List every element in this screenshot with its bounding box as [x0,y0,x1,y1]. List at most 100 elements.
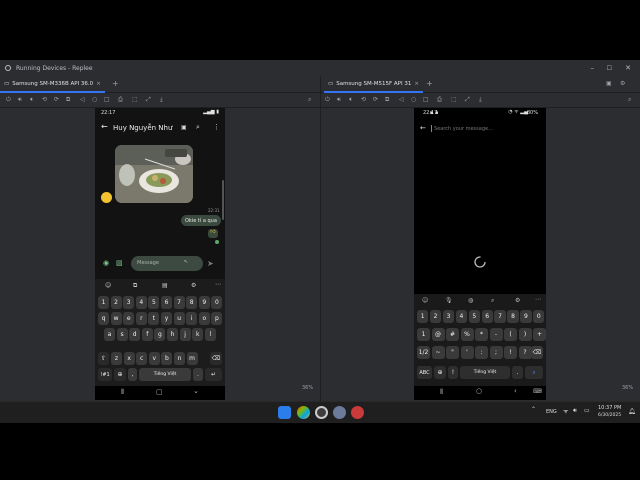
clipboard-icon[interactable]: ▤ [162,282,168,289]
symbol-key[interactable]: + [533,328,546,341]
globe-key[interactable]: ⊕ [114,368,126,381]
avatar[interactable] [101,192,112,203]
letter-key[interactable]: p [211,312,223,325]
letter-key[interactable]: g [154,328,166,341]
number-key[interactable]: 8 [507,310,519,323]
letter-key[interactable]: f [141,328,153,341]
overview-icon[interactable]: □ [104,96,110,103]
number-key[interactable]: 2 [110,296,122,309]
backspace-key[interactable]: ⌫ [531,346,543,359]
letter-key[interactable]: l [204,328,216,341]
chevron-up-icon[interactable]: ⌃ [531,406,536,413]
snapshot-icon[interactable]: ⤢ [465,96,470,104]
add-device-icon[interactable]: + [426,79,433,88]
space-key[interactable]: Tiếng Việt [139,368,191,381]
video-call-icon[interactable]: ▣ [181,124,187,131]
number-key[interactable]: 3 [442,310,455,323]
symbol-key[interactable]: " [446,346,459,359]
letter-key[interactable]: z [111,352,122,365]
rotate-right-icon[interactable]: ⟳ [54,96,59,103]
number-key[interactable]: 9 [198,296,210,309]
scrollbar[interactable] [222,180,224,220]
globe-key[interactable]: ⊕ [434,366,446,379]
message-input[interactable]: Message ↖ [131,256,203,271]
zoom-icon[interactable]: ⌕ [308,96,311,104]
letter-key[interactable]: c [136,352,148,365]
home-icon[interactable]: ○ [92,96,97,103]
tab-close-icon[interactable]: × [96,81,101,87]
letter-key[interactable]: a [104,328,115,341]
search-key[interactable]: ⌕ [525,366,543,379]
symbol-key[interactable]: ( [504,328,517,341]
letter-key[interactable]: k [192,328,204,341]
rotate-left-icon[interactable]: ⟲ [361,96,366,103]
windows-start-icon[interactable] [278,406,291,419]
symbol-key[interactable]: ' [460,346,474,359]
letter-key[interactable]: i [186,312,198,325]
letter-key[interactable]: d [129,328,141,341]
settings-icon[interactable]: ⚙ [191,282,196,289]
home-icon[interactable]: ○ [411,96,416,103]
power-icon[interactable]: ⏻ [6,96,11,104]
wifi-icon[interactable]: ᯤ [563,407,568,415]
number-key[interactable]: 8 [186,296,198,309]
maximize-icon[interactable]: ☐ [607,65,612,72]
backspace-key[interactable]: ⌫ [210,352,222,365]
clock-date[interactable]: 6/30/2025 [598,413,621,418]
symbol-key[interactable]: ? [518,346,532,359]
back-icon[interactable]: ⌄ [193,387,199,395]
tab-device-2[interactable]: ▭ Samsung SM-M515F API 31 × [324,76,423,93]
back-arrow-icon[interactable]: ← [101,122,108,131]
recents-icon[interactable]: ⦀ [121,388,124,397]
letter-key[interactable]: r [135,312,147,325]
symbol-key[interactable]: @ [431,328,445,341]
voice-icon[interactable]: 🎙︎ [445,297,453,304]
sent-message-bubble[interactable]: Okie tí a qua [181,215,221,226]
back-arrow-icon[interactable]: ← [420,124,426,132]
send-icon[interactable]: ➤ [207,259,214,268]
app-icon[interactable] [297,406,310,419]
enter-key[interactable]: ↵ [205,368,222,381]
letter-key[interactable]: j [179,328,191,341]
download-icon[interactable]: ⤓ [479,96,482,104]
number-key[interactable]: 2 [429,310,442,323]
rotate-left-icon[interactable]: ⟲ [42,96,47,103]
snapshot-icon[interactable]: ⤢ [146,96,151,104]
number-key[interactable]: 4 [455,310,468,323]
zoom-icon[interactable]: ⌕ [628,96,631,104]
letter-key[interactable]: n [174,352,185,365]
screenshot-icon[interactable]: ⎙ [118,96,123,104]
search-input[interactable]: Search your message... [434,126,493,132]
settings-icon[interactable] [333,406,346,419]
fold-icon[interactable]: ⧉ [385,96,389,104]
pane-divider[interactable] [320,76,321,401]
gallery-icon[interactable]: ▨ [116,259,123,267]
emoji-icon[interactable]: ☺ [105,282,111,289]
overview-icon[interactable]: □ [423,96,429,103]
symbol-key[interactable]: ! [504,346,517,359]
volume-down-icon[interactable]: 🔉︎ [349,96,353,104]
number-key[interactable]: 1 [417,310,429,323]
settings-icon[interactable]: ⚙ [515,297,520,304]
abc-key[interactable]: ABC [417,366,432,379]
period-key[interactable]: . [193,368,203,381]
recents-icon[interactable]: ⦀ [440,388,443,397]
number-key[interactable]: 7 [173,296,185,309]
volume-up-icon[interactable]: 🔊︎ [337,96,341,104]
number-key[interactable]: 0 [533,310,545,323]
period-key[interactable]: . [512,366,523,379]
volume-up-icon[interactable]: 🔊︎ [18,96,22,104]
back-icon[interactable]: ◁ [399,96,404,103]
back-icon[interactable]: ◁ [80,96,85,103]
camera-icon[interactable]: ◉ [103,259,109,267]
shift-key[interactable]: ⇧ [98,352,109,365]
number-key[interactable]: 3 [123,296,135,309]
number-key[interactable]: 0 [211,296,223,309]
comma-key[interactable]: , [128,368,137,381]
letter-key[interactable]: q [98,312,109,325]
symbol-key[interactable]: # [446,328,459,341]
battery-icon[interactable]: ▭ [584,407,590,414]
symbol-key[interactable]: ) [518,328,532,341]
number-key[interactable]: 9 [520,310,532,323]
exclamation-key[interactable]: ! [448,366,458,379]
